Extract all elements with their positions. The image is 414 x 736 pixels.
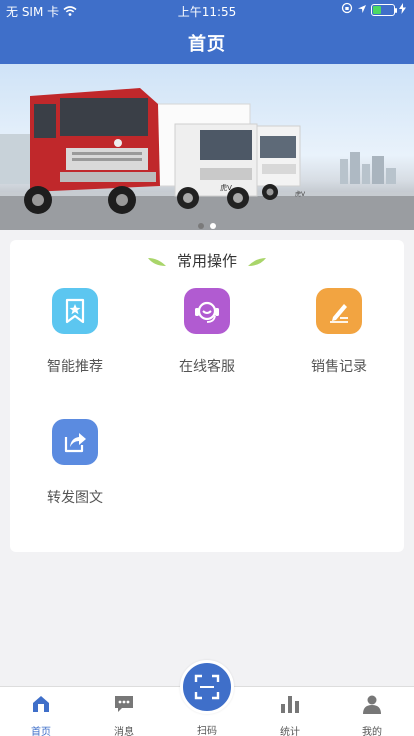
action-smart-recommend[interactable]: 智能推荐 [10,288,140,376]
person-icon [342,693,402,715]
charging-icon [399,2,406,17]
status-bar: 无 SIM 卡 上午11:55 [0,0,414,20]
section-title: 常用操作 [10,250,404,270]
tab-profile[interactable]: 我的 [342,693,402,736]
leaf-decoration-icon [148,257,167,266]
scan-button[interactable] [180,660,234,714]
headset-icon [184,288,230,334]
action-online-service[interactable]: 在线客服 [142,288,272,376]
action-label: 销售记录 [311,359,367,375]
quick-actions-card: 常用操作 智能推荐 在线客服 销售记录 转发图文 [10,240,404,552]
share-icon [52,419,98,465]
leaf-decoration-icon [247,257,266,266]
message-icon [94,693,154,715]
scan-icon [194,674,220,700]
header: 无 SIM 卡 上午11:55 首页 [0,0,414,64]
truck-banner-image: 虎V 虎V 虎V [0,88,414,230]
action-sales-records[interactable]: 销售记录 [274,288,404,376]
page-title: 首页 [188,34,226,55]
tab-messages[interactable]: 消息 [94,693,154,736]
action-label: 转发图文 [47,490,103,506]
tab-label: 我的 [362,727,382,736]
location-icon [357,3,367,17]
bookmark-star-icon [52,288,98,334]
carousel-dot-active[interactable] [210,223,216,229]
tab-label: 统计 [280,727,300,736]
tab-label: 首页 [31,727,51,736]
scan-tab-label[interactable]: 扫码 [177,722,237,736]
battery-icon [371,3,397,16]
carousel-dot[interactable] [198,223,204,229]
bar-chart-icon [260,693,320,715]
home-icon [11,693,71,715]
tab-label: 消息 [114,727,134,736]
rotation-lock-icon [341,2,353,17]
tab-home[interactable]: 首页 [11,693,71,736]
battery-level [373,5,381,14]
action-share-post[interactable]: 转发图文 [10,419,140,507]
section-title-text: 常用操作 [176,252,237,270]
edit-document-icon [316,288,362,334]
action-label: 智能推荐 [47,359,103,375]
truck-badge: 虎V [295,190,306,198]
banner-carousel[interactable]: 虎V 虎V 虎V [0,64,414,230]
carousel-indicator [0,214,414,230]
action-label: 在线客服 [179,359,235,375]
tab-statistics[interactable]: 统计 [260,693,320,736]
